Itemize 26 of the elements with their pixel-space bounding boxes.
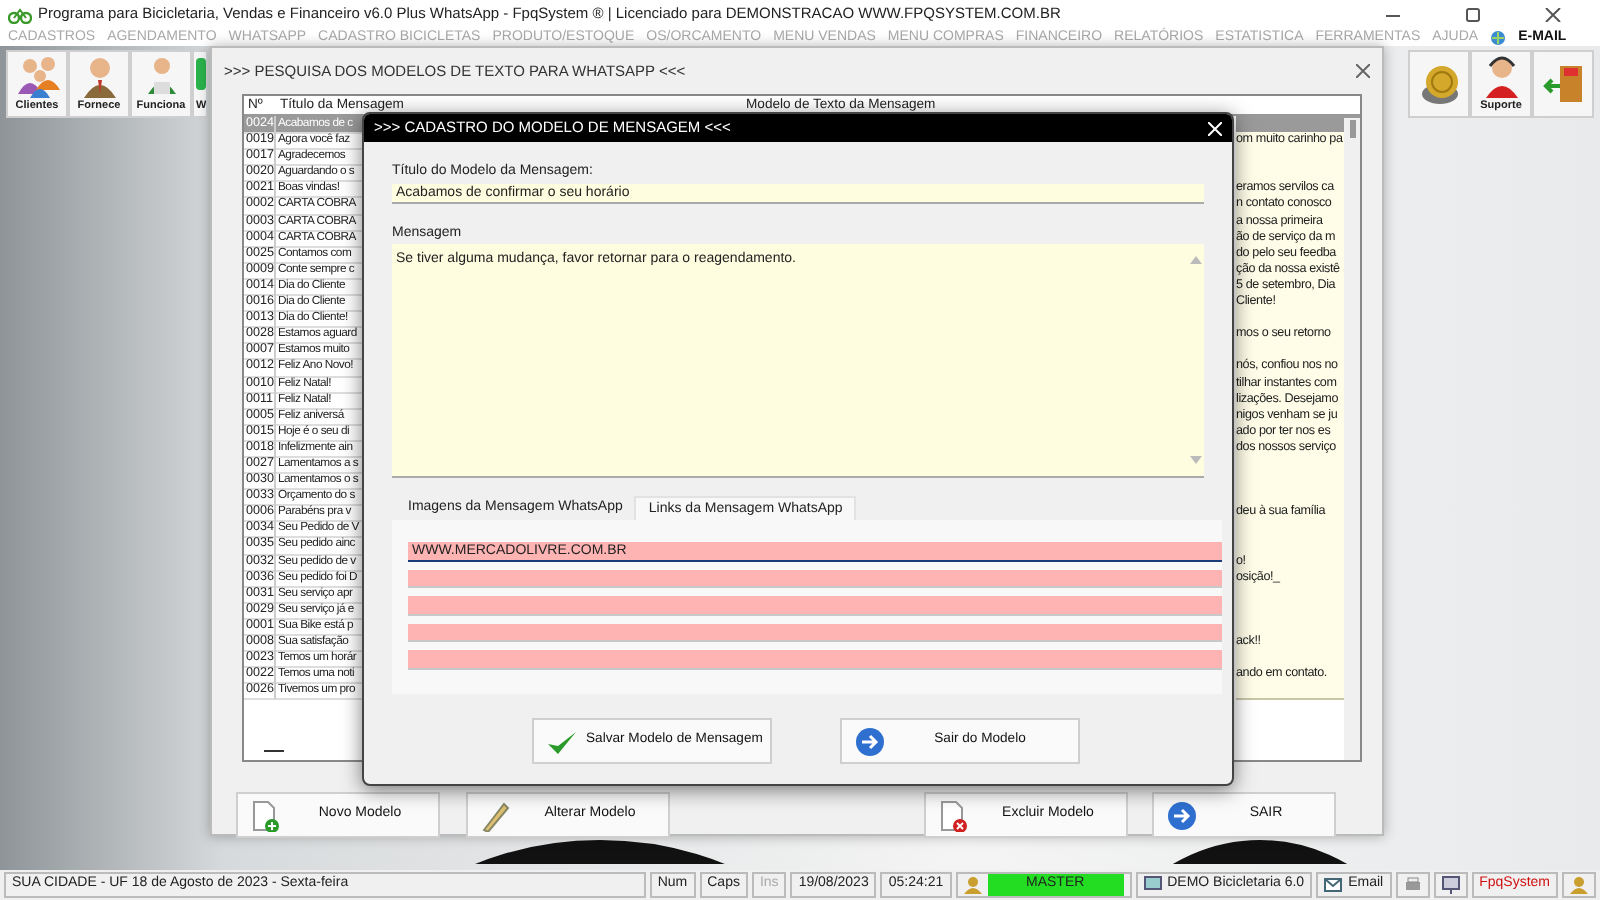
exit-door-icon <box>1541 62 1585 106</box>
arrow-circle-icon <box>1166 799 1198 831</box>
close-icon[interactable] <box>1543 7 1561 21</box>
dash-mark <box>264 750 284 752</box>
monitor-icon[interactable] <box>1441 876 1460 894</box>
user-icon <box>963 876 982 894</box>
new-document-icon <box>250 799 282 831</box>
user-icon <box>1570 876 1588 894</box>
maximize-icon[interactable] <box>1463 7 1481 21</box>
globe-icon <box>1490 29 1507 45</box>
coin-icon <box>1417 62 1461 106</box>
toolbar-button[interactable] <box>1532 50 1594 118</box>
scrollbar[interactable] <box>1344 118 1360 760</box>
email-icon <box>1324 876 1343 894</box>
bicycle-icon <box>8 5 32 23</box>
pencil-icon <box>480 799 512 831</box>
printer-icon[interactable] <box>1403 876 1422 894</box>
toolbar-button[interactable] <box>1408 50 1470 118</box>
arrow-circle-icon <box>854 725 886 757</box>
computer-icon <box>1143 876 1162 894</box>
delete-document-icon <box>938 799 970 831</box>
link-input-field[interactable] <box>408 623 1222 642</box>
people-icon <box>15 54 59 98</box>
link-input-field[interactable] <box>408 650 1222 669</box>
link-input-field[interactable] <box>408 569 1222 588</box>
link-input-field[interactable] <box>408 596 1222 615</box>
